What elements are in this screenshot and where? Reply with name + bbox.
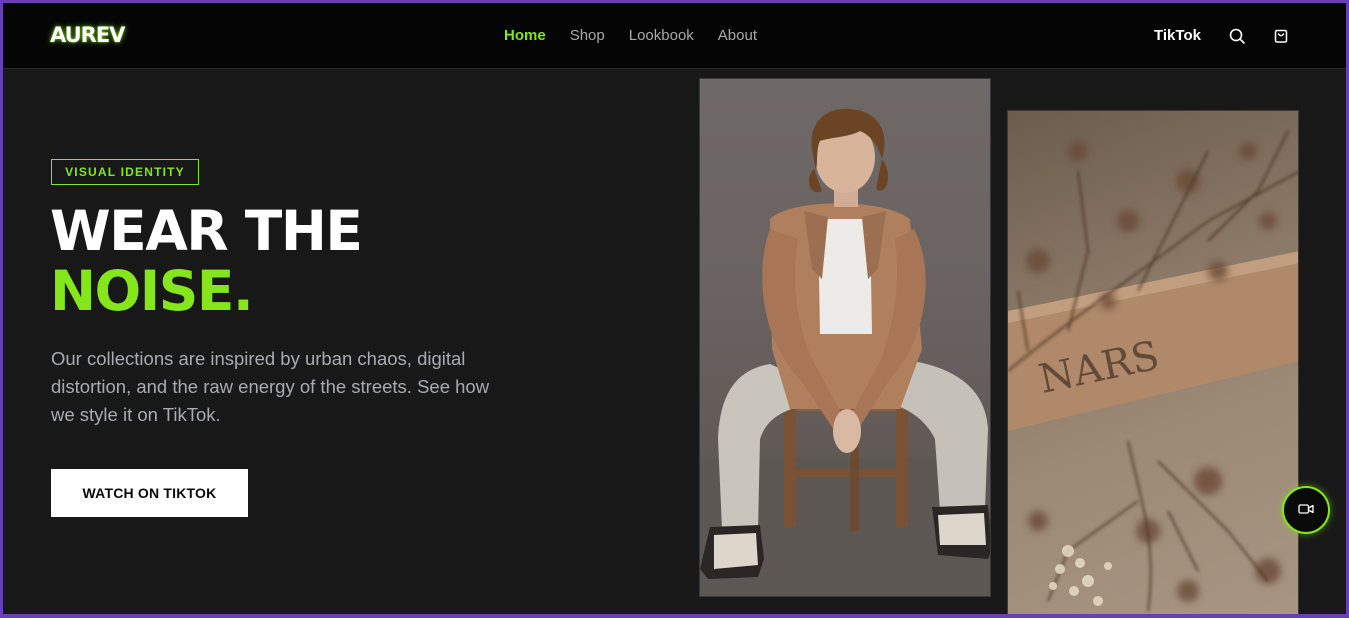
site-header: AUREV Home Shop Lookbook About TikTok <box>3 3 1346 69</box>
tiktok-link[interactable]: TikTok <box>1154 27 1201 44</box>
visual-identity-tag: VISUAL IDENTITY <box>51 159 199 185</box>
brand-logo[interactable]: AUREV <box>50 23 125 47</box>
nav-home[interactable]: Home <box>504 27 546 44</box>
model-photo <box>699 78 991 597</box>
hero-headline: WEAR THE NOISE. <box>50 199 363 323</box>
nav-shop[interactable]: Shop <box>570 27 605 44</box>
search-icon[interactable] <box>1228 27 1246 45</box>
nav-about[interactable]: About <box>718 27 757 44</box>
shopping-bag-icon[interactable] <box>1272 27 1290 45</box>
headline-line-1: WEAR THE <box>50 199 363 263</box>
video-camera-icon <box>1298 503 1314 518</box>
hero-description: Our collections are inspired by urban ch… <box>51 348 490 425</box>
product-photo: NARS <box>1007 110 1299 614</box>
model-illustration <box>700 108 990 596</box>
main-nav: Home Shop Lookbook About <box>504 27 781 44</box>
headline-line-2: NOISE. <box>50 259 254 323</box>
page-frame: AUREV Home Shop Lookbook About TikTok VI… <box>3 3 1346 614</box>
video-fab-button[interactable] <box>1282 486 1330 534</box>
watch-on-tiktok-button[interactable]: WATCH ON TIKTOK <box>51 469 248 517</box>
nav-lookbook[interactable]: Lookbook <box>629 27 694 44</box>
product-illustration: NARS <box>1008 130 1298 612</box>
